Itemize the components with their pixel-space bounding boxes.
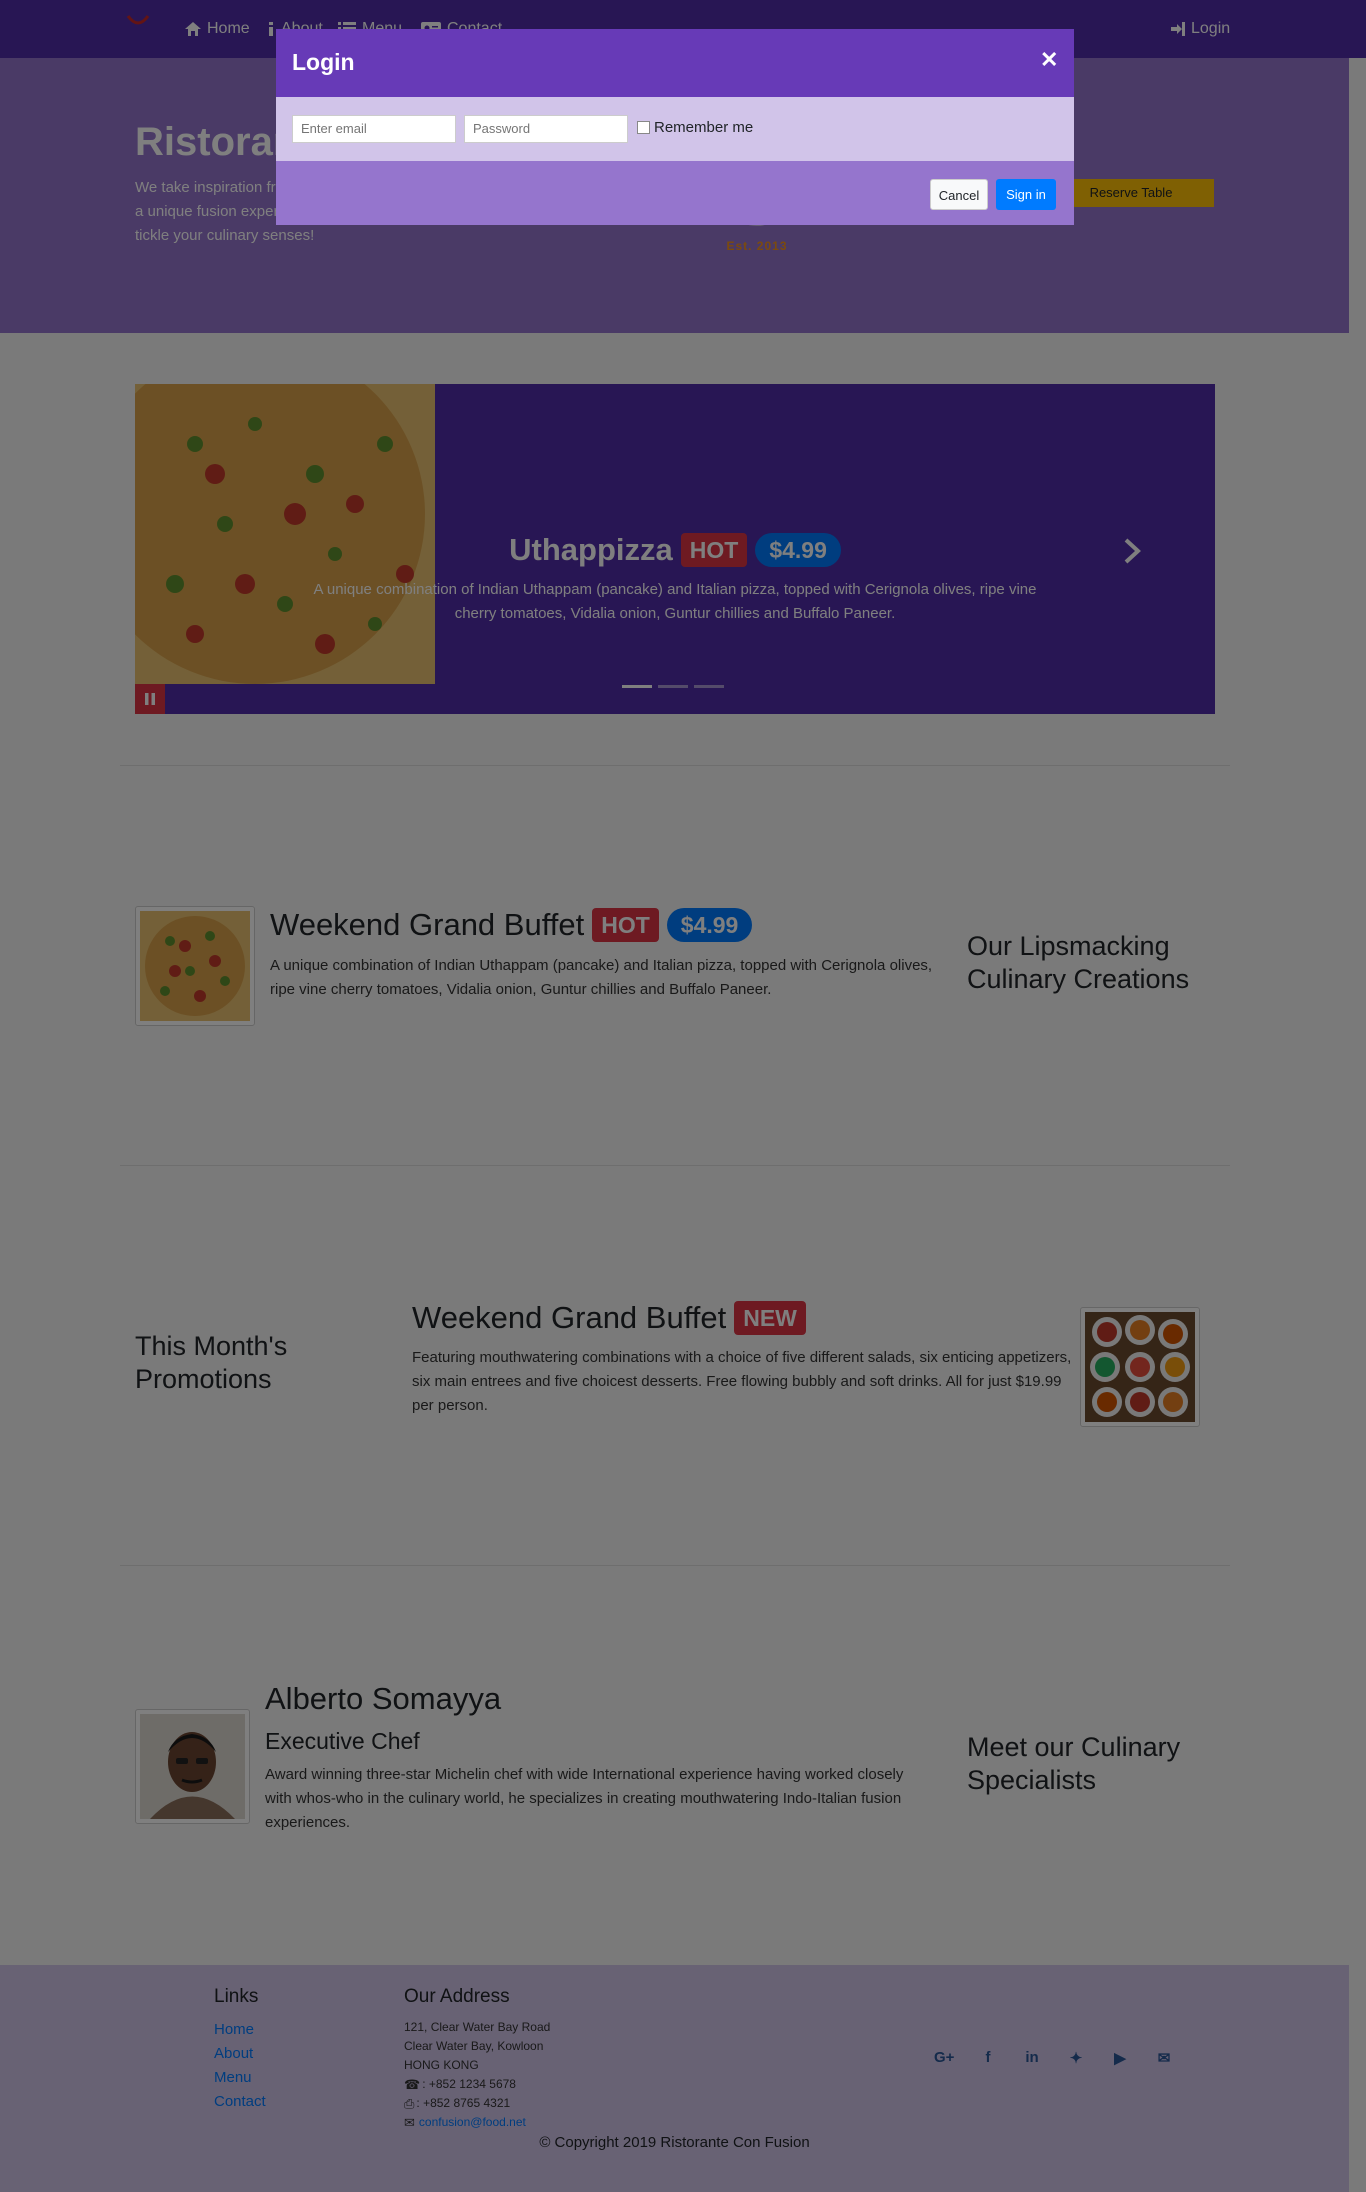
remember-me[interactable]: Remember me (637, 119, 753, 136)
modal-header (276, 29, 1074, 97)
modal-body: Remember me (276, 97, 1074, 161)
remember-me-checkbox[interactable] (637, 121, 650, 134)
login-modal: Login ✕ Remember me Cancel Sign in (276, 29, 1074, 225)
modal-backdrop[interactable] (0, 0, 1366, 2192)
modal-title: Login (292, 49, 355, 75)
cancel-button[interactable]: Cancel (930, 179, 988, 210)
modal-footer: Cancel Sign in (276, 161, 1074, 225)
password-input[interactable] (464, 115, 628, 143)
sign-in-button[interactable]: Sign in (996, 179, 1056, 210)
email-input[interactable] (292, 115, 456, 143)
close-icon[interactable]: ✕ (1040, 47, 1058, 73)
remember-me-label: Remember me (654, 119, 754, 136)
